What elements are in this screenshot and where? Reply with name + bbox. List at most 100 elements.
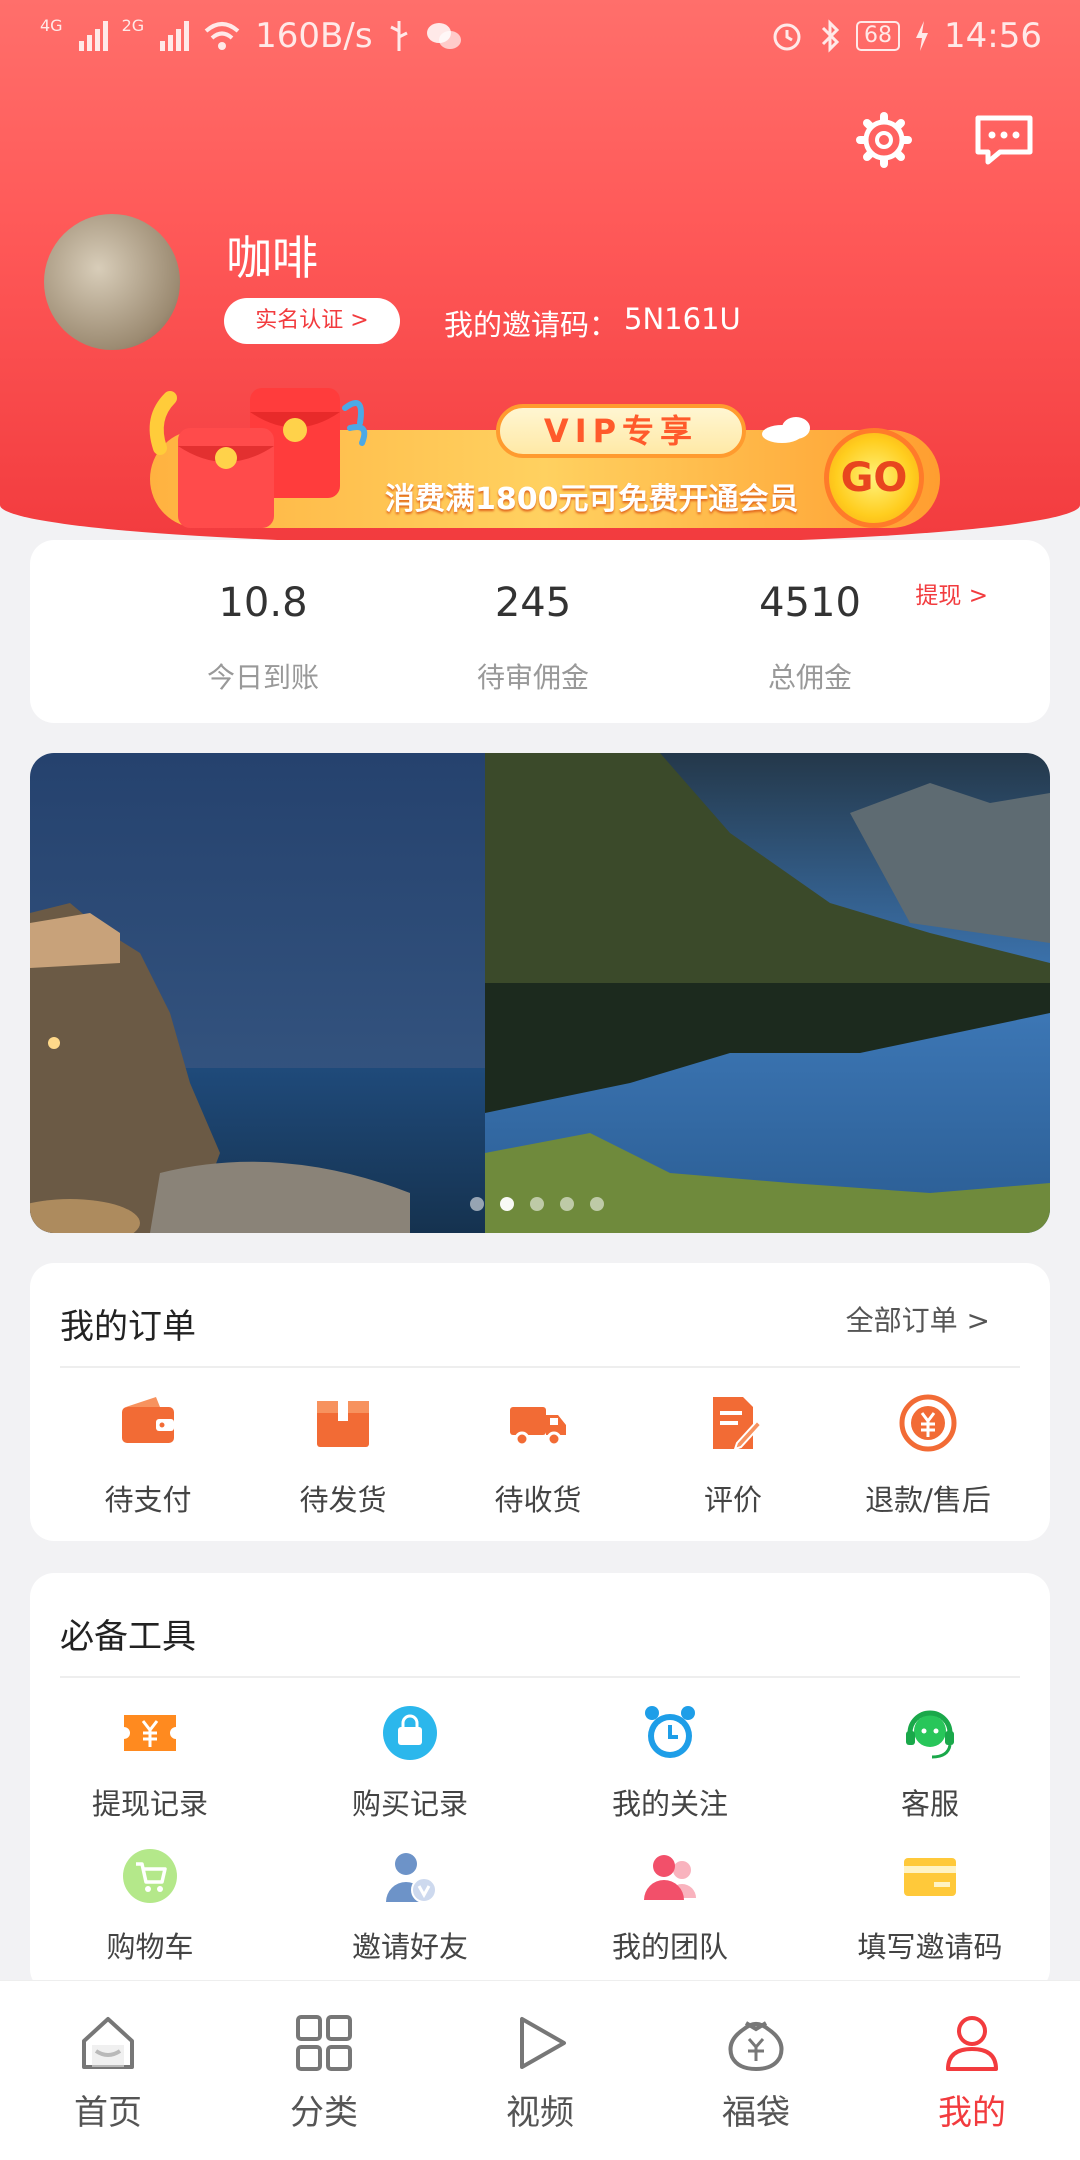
order-review[interactable]: 评价 — [643, 1393, 823, 1519]
carousel-dot-active — [500, 1197, 514, 1211]
tool-shopping-cart[interactable]: 购物车 — [40, 1846, 260, 1966]
stat-today-received[interactable]: 10.8 今日到账 — [163, 580, 363, 696]
tool-label: 我的团队 — [611, 1930, 728, 1964]
package-icon — [317, 1401, 369, 1447]
carousel-dot — [470, 1197, 484, 1211]
tool-label: 客服 — [900, 1787, 959, 1821]
vip-go-button[interactable]: GO — [824, 428, 924, 528]
tool-enter-invite-code[interactable]: 填写邀请码 — [820, 1846, 1040, 1966]
tab-mine[interactable]: 我的 — [892, 2011, 1052, 2134]
red-envelope-icon — [149, 388, 368, 528]
lucky-bag-icon — [728, 2021, 784, 2072]
team-icon — [644, 1855, 696, 1900]
verify-identity-button[interactable]: 实名认证 > — [224, 298, 400, 344]
tab-lucky-bag[interactable]: 福袋 — [676, 2011, 836, 2134]
signal-icon — [160, 21, 190, 51]
stat-value: 10.8 — [218, 580, 308, 626]
bottom-tab-bar: 首页 分类 视频 福袋 我的 — [0, 1980, 1080, 2160]
tool-label: 邀请好友 — [351, 1930, 468, 1964]
all-orders-link[interactable]: 全部订单 > — [846, 1299, 990, 1339]
avatar[interactable] — [44, 214, 180, 350]
wallet-icon — [122, 1397, 174, 1443]
commission-stats-card: 10.8 今日到账 245 待审佣金 4510 总佣金 提现 > — [30, 540, 1050, 723]
wechat-icon — [426, 23, 461, 49]
tool-label: 我的关注 — [611, 1787, 728, 1821]
invite-user-icon — [386, 1853, 437, 1903]
order-item-label: 待发货 — [299, 1483, 387, 1517]
status-bar: 4G 2G 160B/s 68 14:56 — [0, 0, 1080, 72]
withdraw-ticket-icon — [124, 1715, 176, 1751]
stat-value: 4510 — [759, 580, 861, 626]
banner-carousel[interactable] — [30, 753, 1050, 1233]
tool-purchase-record[interactable]: 购买记录 — [300, 1703, 520, 1823]
divider — [60, 1676, 1020, 1678]
tools-title: 必备工具 — [60, 1617, 196, 1657]
alarm-icon — [773, 23, 801, 51]
tab-label: 福袋 — [722, 2093, 790, 2133]
stat-label: 今日到账 — [206, 661, 319, 694]
play-icon — [520, 2017, 566, 2069]
carousel-image — [30, 753, 1050, 1233]
message-icon[interactable] — [972, 108, 1036, 172]
orders-title: 我的订单 — [60, 1307, 196, 1347]
vip-badge: VIP专享 — [496, 404, 746, 458]
home-icon — [82, 2017, 134, 2069]
stat-value: 245 — [494, 580, 572, 626]
my-orders-card: 我的订单 全部订单 > 待支付 待发货 待收货 评价 退款/售后 — [30, 1263, 1050, 1541]
alarm-clock-icon — [645, 1706, 695, 1758]
tool-label: 填写邀请码 — [857, 1930, 1003, 1964]
essential-tools-card: 必备工具 提现记录 购买记录 我的关注 客服 购物车 邀请好友 我的团队 填写邀… — [30, 1573, 1050, 1993]
tab-label: 视频 — [506, 2093, 574, 2133]
network-type-2: 2G — [121, 16, 145, 35]
network-speed: 160B/s — [255, 16, 373, 56]
signal-icon — [78, 21, 108, 51]
stat-pending-commission[interactable]: 245 待审佣金 — [433, 580, 633, 696]
clock: 14:56 — [944, 16, 1042, 56]
tool-label: 购买记录 — [351, 1787, 468, 1821]
order-pending-receipt[interactable]: 待收货 — [448, 1393, 628, 1519]
order-pending-shipment[interactable]: 待发货 — [253, 1393, 433, 1519]
invite-code-row: 我的邀请码： 5N161U — [444, 302, 741, 344]
stat-total-commission[interactable]: 4510 总佣金 — [710, 580, 910, 696]
vip-banner[interactable]: VIP专享 消费满1800元可免费开通会员 GO — [130, 388, 945, 530]
settings-gear-icon[interactable] — [852, 108, 916, 172]
battery-level: 68 — [856, 21, 901, 51]
order-item-label: 待收货 — [494, 1483, 582, 1517]
order-refund-aftersale[interactable]: 退款/售后 — [838, 1393, 1018, 1519]
order-item-label: 待支付 — [104, 1483, 192, 1517]
edit-document-icon — [713, 1397, 763, 1451]
tab-label: 我的 — [938, 2093, 1006, 2133]
tool-label: 提现记录 — [91, 1787, 208, 1821]
card-icon — [904, 1858, 956, 1896]
tool-my-follows[interactable]: 我的关注 — [560, 1703, 780, 1823]
vip-promo-text: 消费满1800元可免费开通会员 — [385, 482, 799, 517]
grid-icon — [296, 2015, 352, 2071]
tool-invite-friends[interactable]: 邀请好友 — [300, 1846, 520, 1966]
shopping-bag-icon — [383, 1706, 437, 1760]
carousel-dot — [530, 1197, 544, 1211]
stat-label: 总佣金 — [767, 661, 852, 694]
tab-label: 分类 — [290, 2093, 358, 2133]
cart-icon — [123, 1849, 177, 1903]
tool-withdraw-record[interactable]: 提现记录 — [40, 1703, 260, 1823]
tool-customer-service[interactable]: 客服 — [820, 1703, 1040, 1823]
tab-video[interactable]: 视频 — [460, 2011, 620, 2134]
profile-header: 4G 2G 160B/s 68 14:56 咖啡 实名认证 > 我的邀请码： 5… — [0, 0, 1080, 545]
truck-icon — [510, 1407, 566, 1447]
order-pending-payment[interactable]: 待支付 — [58, 1393, 238, 1519]
tab-label: 首页 — [74, 2093, 142, 2133]
invite-code-value: 5N161U — [624, 302, 741, 336]
withdraw-link[interactable]: 提现 > — [915, 576, 988, 610]
headset-icon — [906, 1710, 954, 1759]
charging-icon — [916, 21, 929, 51]
usb-icon — [389, 21, 408, 51]
stat-label: 待审佣金 — [476, 661, 589, 694]
tab-home[interactable]: 首页 — [28, 2011, 188, 2134]
refund-icon — [899, 1394, 957, 1452]
tool-label: 购物车 — [106, 1930, 194, 1964]
tab-category[interactable]: 分类 — [244, 2011, 404, 2134]
order-item-label: 退款/售后 — [865, 1483, 991, 1517]
user-icon — [946, 2016, 998, 2071]
network-type-1: 4G — [40, 16, 63, 35]
tool-my-team[interactable]: 我的团队 — [560, 1846, 780, 1966]
